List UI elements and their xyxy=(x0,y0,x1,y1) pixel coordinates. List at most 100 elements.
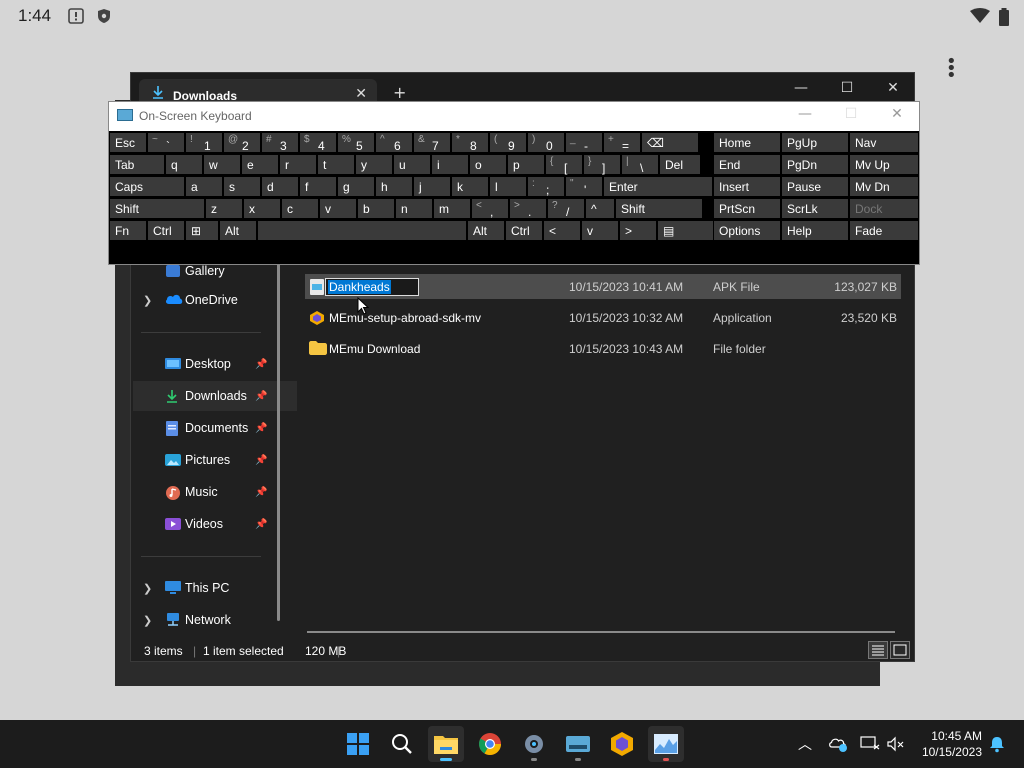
file-explorer-taskbar-button[interactable] xyxy=(428,726,464,762)
osk-key[interactable]: n xyxy=(395,198,433,219)
osk-nav-key[interactable]: Options xyxy=(713,220,781,241)
clock-time[interactable]: 10:45 AM xyxy=(920,729,982,743)
osk-key[interactable]: + = xyxy=(603,132,641,153)
pin-icon[interactable]: 📌 xyxy=(255,391,267,402)
osk-key[interactable]: o xyxy=(469,154,507,175)
osk-nav-key[interactable]: PgDn xyxy=(781,154,849,175)
osk-nav-key[interactable]: Fade xyxy=(849,220,919,241)
osk-key[interactable]: f xyxy=(299,176,337,197)
sidebar-item-music[interactable]: Music 📌 xyxy=(133,477,297,507)
sidebar-item-desktop[interactable]: Desktop 📌 xyxy=(133,349,297,379)
osk-key[interactable]: r xyxy=(279,154,317,175)
osk-key[interactable]: ⊞ xyxy=(185,220,219,241)
file-row-memu-setup[interactable]: MEmu-setup-abroad-sdk-mv 10/15/2023 10:3… xyxy=(305,305,901,330)
osk-key[interactable]: t xyxy=(317,154,355,175)
rename-input[interactable]: Dankheads xyxy=(325,278,419,296)
search-button[interactable] xyxy=(384,726,420,762)
pin-icon[interactable]: 📌 xyxy=(255,487,267,498)
osk-key[interactable] xyxy=(257,220,467,241)
osk-key[interactable]: (9 xyxy=(489,132,527,153)
osk-key[interactable]: d xyxy=(261,176,299,197)
osk-key[interactable]: Ctrl xyxy=(505,220,543,241)
chevron-right-icon[interactable]: ❯ xyxy=(143,614,152,627)
overflow-menu-icon[interactable]: • • • xyxy=(946,53,957,85)
osk-key[interactable]: Ctrl xyxy=(147,220,185,241)
osk-key[interactable]: Alt xyxy=(467,220,505,241)
minimize-button[interactable]: — xyxy=(781,77,821,99)
osk-key[interactable]: % 5 xyxy=(337,132,375,153)
osk-key[interactable]: {[ xyxy=(545,154,583,175)
sidebar-item-downloads[interactable]: Downloads 📌 xyxy=(133,381,297,411)
osk-nav-key[interactable]: Nav xyxy=(849,132,919,153)
osk-key[interactable]: < xyxy=(543,220,581,241)
maximize-button[interactable]: ☐ xyxy=(827,77,867,99)
chrome-taskbar-button[interactable] xyxy=(472,726,508,762)
osk-key[interactable]: u xyxy=(393,154,431,175)
osk-key[interactable]: s xyxy=(223,176,261,197)
osk-nav-key[interactable]: Mv Dn xyxy=(849,176,919,197)
osk-key[interactable]: l xyxy=(489,176,527,197)
clock-date[interactable]: 10/15/2023 xyxy=(914,745,982,759)
sidebar-item-this-pc[interactable]: ❯ This PC xyxy=(133,573,297,603)
osk-key[interactable]: q xyxy=(165,154,203,175)
osk-key[interactable]: Fn xyxy=(109,220,147,241)
osk-key[interactable]: v xyxy=(581,220,619,241)
sidebar-scrollbar[interactable] xyxy=(277,263,280,621)
osk-key[interactable]: ▤ xyxy=(657,220,715,241)
osk-key[interactable]: Shift xyxy=(109,198,205,219)
volume-muted-icon[interactable] xyxy=(886,735,906,756)
osk-key[interactable]: w xyxy=(203,154,241,175)
osk-key[interactable]: h xyxy=(375,176,413,197)
osk-nav-key[interactable]: Help xyxy=(781,220,849,241)
osk-key[interactable]: j xyxy=(413,176,451,197)
osk-nav-key[interactable]: Mv Up xyxy=(849,154,919,175)
osk-key[interactable]: ~ ` xyxy=(147,132,185,153)
osk-key[interactable]: * 8 xyxy=(451,132,489,153)
notification-bell-icon[interactable] xyxy=(988,735,1006,756)
sidebar-item-pictures[interactable]: Pictures 📌 xyxy=(133,445,297,475)
osk-nav-key[interactable]: End xyxy=(713,154,781,175)
minimize-button[interactable]: — xyxy=(785,106,825,122)
osk-key[interactable]: z xyxy=(205,198,243,219)
osk-nav-key[interactable]: Pause xyxy=(781,176,849,197)
pin-icon[interactable]: 📌 xyxy=(255,423,267,434)
osk-key[interactable]: Tab xyxy=(109,154,165,175)
file-row-dankheads[interactable]: Dankheads 10/15/2023 10:41 AM APK File 1… xyxy=(305,274,901,299)
details-view-button[interactable] xyxy=(868,641,888,659)
osk-nav-key[interactable]: Insert xyxy=(713,176,781,197)
settings-taskbar-button[interactable] xyxy=(516,726,552,762)
pin-icon[interactable]: 📌 xyxy=(255,519,267,530)
osk-key[interactable]: ⌫ xyxy=(641,132,699,153)
osk-key[interactable]: ^ 6 xyxy=(375,132,413,153)
memu-taskbar-button[interactable] xyxy=(604,726,640,762)
sidebar-item-videos[interactable]: Videos 📌 xyxy=(133,509,297,539)
osk-nav-key[interactable]: Home xyxy=(713,132,781,153)
file-list-scrollbar[interactable] xyxy=(307,631,895,633)
sidebar-item-documents[interactable]: Documents 📌 xyxy=(133,413,297,443)
pin-icon[interactable]: 📌 xyxy=(255,455,267,466)
osk-taskbar-button[interactable] xyxy=(560,726,596,762)
close-tab-icon[interactable]: ✕ xyxy=(355,86,367,102)
osk-key[interactable]: }] xyxy=(583,154,621,175)
osk-key[interactable]: & 7 xyxy=(413,132,451,153)
osk-key[interactable]: @2 xyxy=(223,132,261,153)
osk-key[interactable]: _ - xyxy=(565,132,603,153)
osk-key[interactable]: i xyxy=(431,154,469,175)
network-status-icon[interactable] xyxy=(860,735,880,756)
close-button[interactable]: ✕ xyxy=(877,106,917,122)
osk-key[interactable]: <, xyxy=(471,198,509,219)
osk-key[interactable]: y xyxy=(355,154,393,175)
osk-key[interactable]: > xyxy=(619,220,657,241)
osk-key[interactable]: Caps xyxy=(109,176,185,197)
osk-key[interactable]: v xyxy=(319,198,357,219)
osk-key[interactable]: m xyxy=(433,198,471,219)
new-tab-button[interactable]: + xyxy=(393,83,406,102)
osk-key[interactable]: a xyxy=(185,176,223,197)
osk-key[interactable]: Esc xyxy=(109,132,147,153)
osk-key[interactable]: #3 xyxy=(261,132,299,153)
file-name-text[interactable]: Dankheads xyxy=(328,280,391,294)
osk-key[interactable]: Del xyxy=(659,154,701,175)
osk-key[interactable]: c xyxy=(281,198,319,219)
osk-key[interactable]: $4 xyxy=(299,132,337,153)
osk-nav-key[interactable]: PrtScn xyxy=(713,198,781,219)
